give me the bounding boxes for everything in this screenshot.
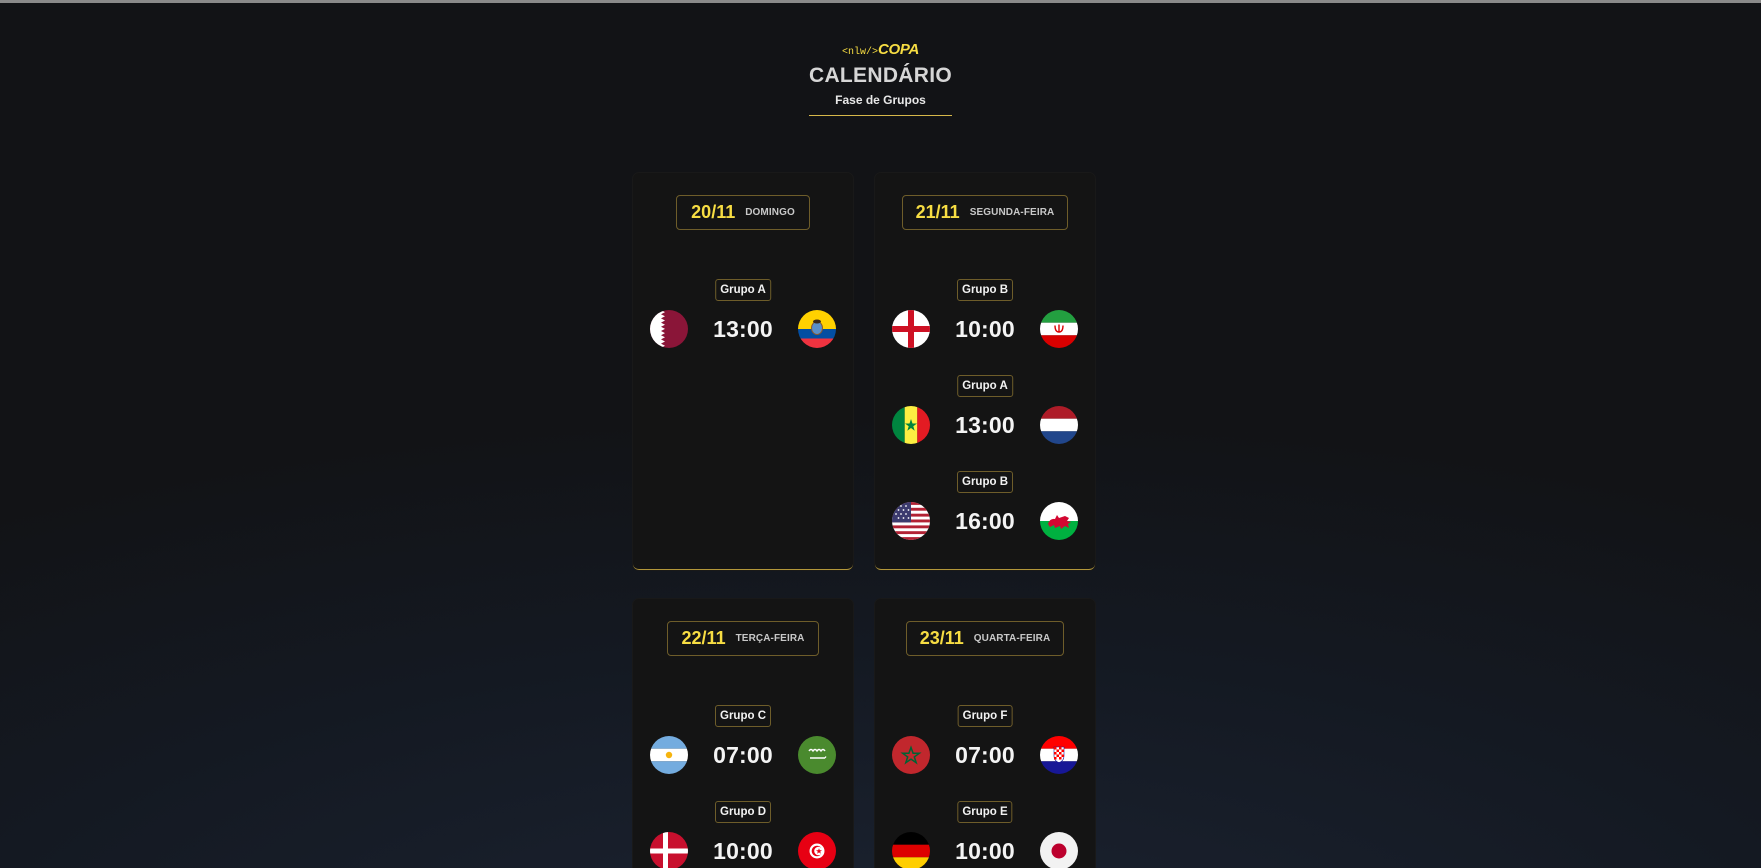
ecuador-flag-icon xyxy=(797,310,836,348)
tunisia-flag-icon xyxy=(797,832,836,868)
group-badge: Grupo B xyxy=(957,279,1013,301)
page-header: <nlw/>COPA CALENDÁRIO Fase de Grupos xyxy=(0,41,1761,116)
day-date: 20/11 xyxy=(691,202,736,222)
page-subtitle: Fase de Grupos xyxy=(835,93,926,107)
usa-flag-icon xyxy=(892,502,930,540)
morocco-flag-icon xyxy=(892,736,930,774)
senegal-flag-icon xyxy=(892,406,930,444)
england-flag-icon xyxy=(892,310,930,348)
match-card: Grupo E 10:00 xyxy=(875,801,1095,868)
group-badge: Grupo A xyxy=(957,375,1013,397)
day-badge: 23/11 QUARTA-FEIRA xyxy=(906,621,1064,656)
argentina-flag-icon xyxy=(650,736,688,774)
japan-flag-icon xyxy=(1039,832,1078,868)
day-card-23-11: 23/11 QUARTA-FEIRA Grupo F 07:00 Grupo E… xyxy=(875,599,1095,868)
day-weekday: SEGUNDA-FEIRA xyxy=(969,207,1055,218)
logo-tag: <nlw/> xyxy=(841,47,878,58)
day-weekday: QUARTA-FEIRA xyxy=(973,633,1051,644)
wales-flag-icon xyxy=(1039,502,1078,540)
day-badge: 21/11 SEGUNDA-FEIRA xyxy=(902,195,1068,230)
match-card: Grupo A 13:00 xyxy=(633,279,853,355)
day-weekday: DOMINGO xyxy=(745,207,795,218)
day-badge: 22/11 TERÇA-FEIRA xyxy=(667,621,819,656)
match-time: 07:00 xyxy=(955,741,1015,768)
day-badge: 20/11 DOMINGO xyxy=(676,195,810,230)
match-card: Grupo C 07:00 xyxy=(633,705,853,781)
logo-word: COPA xyxy=(877,41,920,58)
netherlands-flag-icon xyxy=(1039,406,1078,444)
croatia-flag-icon xyxy=(1039,736,1078,774)
day-card-22-11: 22/11 TERÇA-FEIRA Grupo C 07:00 Grupo D … xyxy=(633,599,853,868)
denmark-flag-icon xyxy=(650,832,688,868)
match-card: Grupo B 10:00 xyxy=(875,279,1095,355)
match-card: Grupo A 13:00 xyxy=(875,375,1095,451)
group-badge: Grupo D xyxy=(715,801,771,823)
match-time: 10:00 xyxy=(955,315,1015,342)
group-badge: Grupo C xyxy=(715,705,771,727)
match-time: 07:00 xyxy=(713,741,773,768)
page-title: CALENDÁRIO xyxy=(809,64,952,87)
group-badge: Grupo B xyxy=(957,471,1013,493)
nlw-copa-logo: <nlw/>COPA xyxy=(841,41,920,59)
qatar-flag-icon xyxy=(650,310,688,348)
iran-flag-icon xyxy=(1039,310,1078,348)
group-badge: Grupo F xyxy=(957,705,1013,727)
match-time: 16:00 xyxy=(955,507,1015,534)
day-date: 21/11 xyxy=(915,202,960,222)
saudi-arabia-flag-icon xyxy=(797,736,836,774)
match-card: Grupo D 10:00 xyxy=(633,801,853,868)
subtitle-underline: Fase de Grupos xyxy=(809,93,952,116)
day-card-20-11: 20/11 DOMINGO Grupo A 13:00 xyxy=(633,173,853,570)
germany-flag-icon xyxy=(892,832,930,868)
group-badge: Grupo A xyxy=(715,279,771,301)
group-badge: Grupo E xyxy=(957,801,1013,823)
day-date: 23/11 xyxy=(919,628,964,648)
match-card: Grupo F 07:00 xyxy=(875,705,1095,781)
day-weekday: TERÇA-FEIRA xyxy=(735,633,805,644)
match-time: 13:00 xyxy=(713,315,773,342)
day-date: 22/11 xyxy=(681,628,726,648)
match-time: 10:00 xyxy=(955,837,1015,864)
day-card-21-11: 21/11 SEGUNDA-FEIRA Grupo B 10:00 Grupo … xyxy=(875,173,1095,570)
match-card: Grupo B 16:00 xyxy=(875,471,1095,547)
match-time: 10:00 xyxy=(713,837,773,864)
match-time: 13:00 xyxy=(955,411,1015,438)
